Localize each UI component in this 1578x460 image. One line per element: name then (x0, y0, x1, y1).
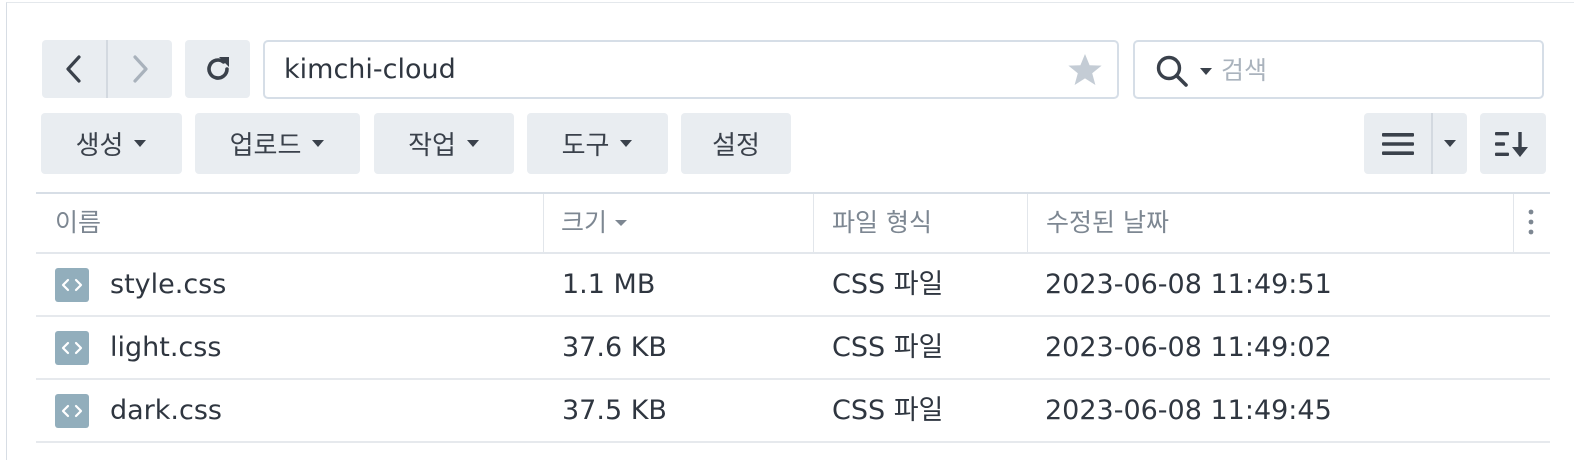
code-brackets-icon (61, 404, 83, 418)
chevron-right-icon (133, 55, 148, 83)
file-name: style.css (110, 269, 227, 300)
search-input[interactable] (1219, 48, 1523, 93)
column-modified-label: 수정된 날짜 (1046, 208, 1169, 237)
code-brackets-icon (61, 341, 83, 355)
file-name: light.css (110, 332, 222, 363)
refresh-button[interactable] (185, 40, 250, 98)
file-type: CSS 파일 (832, 395, 944, 426)
column-menu-icon[interactable] (1527, 208, 1535, 236)
tools-label: 도구 (561, 131, 610, 161)
table-row[interactable]: light.css 37.6 KB CSS 파일 2023-06-08 11:4… (36, 317, 1550, 380)
file-modified: 2023-06-08 11:49:02 (1045, 332, 1332, 363)
column-header-size[interactable]: 크기 (561, 194, 628, 252)
file-type: CSS 파일 (832, 332, 944, 363)
caret-down-icon (134, 140, 147, 147)
file-modified: 2023-06-08 11:49:51 (1045, 269, 1332, 300)
sort-icon (1495, 131, 1528, 157)
code-file-icon (55, 394, 89, 428)
view-mode-dropdown[interactable] (1433, 113, 1467, 174)
create-button[interactable]: 생성 (41, 113, 182, 174)
caret-down-icon (620, 140, 633, 147)
create-label: 생성 (75, 131, 124, 161)
history-nav-group (42, 40, 172, 98)
file-modified: 2023-06-08 11:49:45 (1045, 395, 1332, 426)
file-size: 1.1 MB (562, 269, 656, 300)
sort-desc-icon (615, 220, 628, 226)
file-size: 37.5 KB (562, 395, 667, 426)
path-bar[interactable]: kimchi-cloud (263, 40, 1119, 99)
refresh-icon (206, 57, 229, 80)
column-header-type[interactable]: 파일 형식 (832, 194, 932, 252)
action-button[interactable]: 작업 (374, 113, 514, 174)
table-header: 이름 크기 파일 형식 수정된 날짜 (36, 192, 1550, 254)
file-size: 37.6 KB (562, 332, 667, 363)
sort-button[interactable] (1480, 113, 1546, 174)
list-view-icon (1381, 132, 1414, 155)
caret-down-icon (312, 140, 325, 147)
column-divider[interactable] (1513, 194, 1514, 252)
settings-label: 설정 (712, 131, 760, 161)
code-brackets-icon (61, 278, 83, 292)
star-icon[interactable] (1067, 53, 1103, 87)
column-size-label: 크기 (561, 208, 608, 237)
list-view-button[interactable] (1364, 113, 1431, 174)
back-button[interactable] (42, 40, 106, 98)
file-name: dark.css (110, 395, 222, 426)
file-type: CSS 파일 (832, 269, 944, 300)
code-file-icon (55, 268, 89, 302)
column-header-modified[interactable]: 수정된 날짜 (1046, 194, 1169, 252)
tools-button[interactable]: 도구 (527, 113, 668, 174)
column-type-label: 파일 형식 (832, 208, 932, 237)
column-header-name[interactable]: 이름 (55, 194, 101, 252)
chevron-left-icon (66, 55, 81, 83)
upload-label: 업로드 (229, 131, 302, 161)
caret-down-icon (466, 140, 479, 147)
column-name-label: 이름 (55, 208, 102, 237)
table-row[interactable]: style.css 1.1 MB CSS 파일 2023-06-08 11:49… (36, 254, 1550, 317)
view-mode-group (1364, 113, 1467, 174)
search-icon[interactable] (1155, 54, 1189, 88)
chevron-down-icon[interactable] (1199, 67, 1213, 76)
upload-button[interactable]: 업로드 (195, 113, 360, 174)
search-box[interactable] (1133, 40, 1544, 99)
column-divider[interactable] (1027, 194, 1028, 252)
code-file-icon (55, 331, 89, 365)
column-divider[interactable] (813, 194, 814, 252)
column-divider[interactable] (543, 194, 544, 252)
action-label: 작업 (408, 131, 456, 161)
settings-button[interactable]: 설정 (681, 113, 791, 174)
forward-button[interactable] (108, 40, 172, 98)
chevron-down-icon (1444, 140, 1456, 147)
current-path[interactable]: kimchi-cloud (284, 42, 456, 97)
table-row[interactable]: dark.css 37.5 KB CSS 파일 2023-06-08 11:49… (36, 380, 1550, 443)
